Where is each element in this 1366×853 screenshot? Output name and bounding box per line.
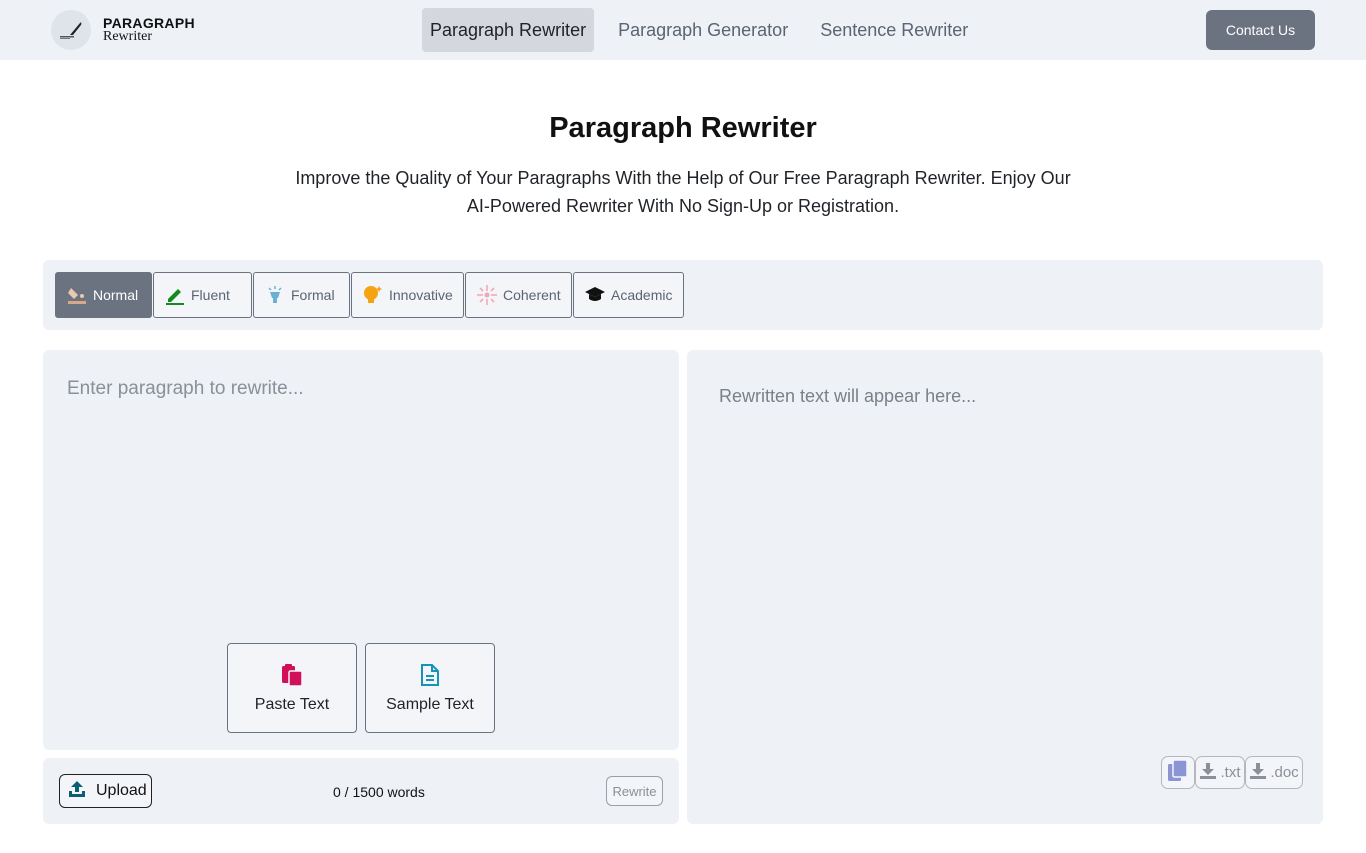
- nav-paragraph-generator[interactable]: Paragraph Generator: [610, 8, 796, 52]
- copy-icon: [1167, 758, 1189, 787]
- word-count: 0 / 1500 words: [333, 784, 425, 800]
- nav-paragraph-rewriter[interactable]: Paragraph Rewriter: [422, 8, 595, 52]
- paint-bucket-icon: [66, 284, 88, 306]
- contact-us-button[interactable]: Contact Us: [1206, 10, 1315, 50]
- pencil-icon: [164, 284, 186, 306]
- mode-academic[interactable]: Academic: [573, 272, 684, 318]
- input-toolbar: Upload 0 / 1500 words Rewrite: [43, 758, 679, 824]
- sample-text-label: Sample Text: [386, 695, 474, 713]
- download-icon: [1199, 762, 1217, 784]
- mode-academic-label: Academic: [611, 287, 673, 303]
- logo-brand: PARAGRAPH: [103, 15, 195, 31]
- page-title: Paragraph Rewriter: [549, 112, 817, 144]
- lightbulb-icon: [362, 284, 384, 306]
- main-nav: Paragraph Rewriter Paragraph Generator S…: [422, 8, 992, 52]
- download-txt-label: .txt: [1220, 764, 1241, 781]
- description-line-1: Improve the Quality of Your Paragraphs W…: [295, 168, 1071, 188]
- nav-sentence-rewriter[interactable]: Sentence Rewriter: [812, 8, 976, 52]
- mode-fluent-label: Fluent: [191, 287, 230, 303]
- upload-button[interactable]: Upload: [59, 774, 152, 808]
- download-doc-label: .doc: [1270, 764, 1299, 781]
- mode-normal[interactable]: Normal: [55, 272, 152, 318]
- download-txt-button[interactable]: .txt: [1195, 756, 1245, 789]
- mode-normal-label: Normal: [93, 287, 139, 303]
- sparkle-icon: [476, 284, 498, 306]
- paste-text-button[interactable]: Paste Text: [227, 643, 357, 733]
- copy-button[interactable]: [1161, 756, 1195, 789]
- description-line-2: AI-Powered Rewriter With No Sign-Up or R…: [466, 196, 900, 216]
- mode-coherent[interactable]: Coherent: [465, 272, 572, 318]
- mode-formal[interactable]: Formal: [253, 272, 350, 318]
- download-icon: [1249, 762, 1267, 784]
- paragraph-input-placeholder[interactable]: Enter paragraph to rewrite...: [67, 378, 304, 400]
- graduation-cap-icon: [584, 284, 606, 306]
- mode-innovative[interactable]: Innovative: [351, 272, 464, 318]
- output-panel: Rewritten text will appear here... .txt: [687, 350, 1323, 824]
- rewritten-output-placeholder: Rewritten text will appear here...: [719, 386, 977, 406]
- mode-selector-bar: Normal Fluent Formal Innovative Coherent…: [43, 260, 1323, 330]
- top-navbar: PARAGRAPH Rewriter Paragraph Rewriter Pa…: [0, 0, 1366, 60]
- upload-icon: [68, 780, 86, 803]
- logo[interactable]: PARAGRAPH Rewriter: [51, 10, 195, 50]
- sample-text-button[interactable]: Sample Text: [365, 643, 495, 733]
- page-description: Improve the Quality of Your Paragraphs W…: [283, 164, 1083, 220]
- mode-list: Normal Fluent Formal Innovative Coherent…: [55, 272, 685, 318]
- download-doc-button[interactable]: .doc: [1245, 756, 1303, 789]
- mode-innovative-label: Innovative: [389, 287, 453, 303]
- upload-label: Upload: [96, 782, 147, 799]
- clipboard-icon: [281, 663, 303, 692]
- document-icon: [420, 663, 440, 692]
- rewrite-button[interactable]: Rewrite: [606, 776, 663, 806]
- logo-badge: [51, 10, 91, 50]
- mode-fluent[interactable]: Fluent: [153, 272, 252, 318]
- mode-coherent-label: Coherent: [503, 287, 561, 303]
- logo-text: PARAGRAPH Rewriter: [103, 16, 195, 44]
- logo-subtitle: Rewriter: [103, 29, 152, 44]
- output-tools: .txt .doc: [1161, 756, 1303, 789]
- mode-formal-label: Formal: [291, 287, 335, 303]
- input-panel[interactable]: Enter paragraph to rewrite... Paste Text…: [43, 350, 679, 750]
- quill-icon: [60, 22, 82, 39]
- paste-text-label: Paste Text: [254, 695, 330, 713]
- lamp-icon: [264, 284, 286, 306]
